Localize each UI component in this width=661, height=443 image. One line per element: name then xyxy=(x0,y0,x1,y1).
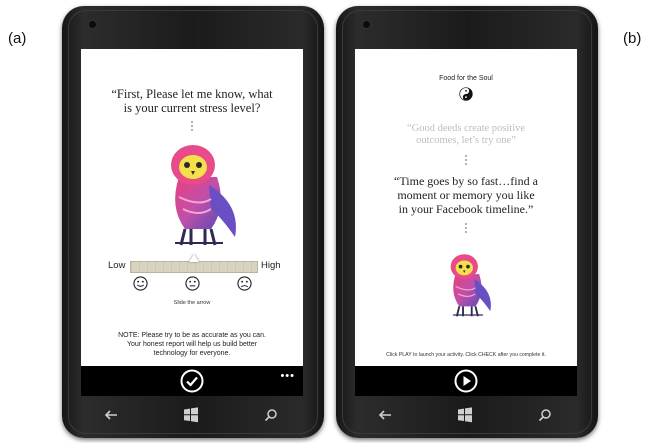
phone-a: “First, Please let me know, what is your… xyxy=(62,6,324,438)
front-camera xyxy=(88,20,97,29)
yin-yang-icon xyxy=(459,87,473,101)
dotted-divider xyxy=(465,223,467,235)
scale-low-label: Low xyxy=(108,260,126,271)
main-quote-line-1: “Time goes by so fast…find a xyxy=(394,174,538,188)
windows-start-icon[interactable] xyxy=(183,407,199,423)
screen-stress-level: “First, Please let me know, what is your… xyxy=(81,49,303,366)
windows-start-icon[interactable] xyxy=(457,407,473,423)
app-bar xyxy=(355,366,577,396)
dotted-divider xyxy=(191,121,193,133)
more-options-button[interactable]: ••• xyxy=(280,370,295,382)
happy-face-icon xyxy=(133,276,148,291)
back-arrow-icon[interactable] xyxy=(377,408,393,422)
neutral-face-icon xyxy=(185,276,200,291)
dotted-divider xyxy=(465,155,467,167)
panel-label-a: (a) xyxy=(8,30,27,47)
note-line-2: Your honest report will help us build be… xyxy=(126,341,258,348)
faded-quote-line-1: “Good deeds create positive xyxy=(406,123,526,134)
note-line-1: NOTE: Please try to be as accurate as yo… xyxy=(118,332,266,339)
stress-question-line-2: is your current stress level? xyxy=(123,101,261,115)
search-icon[interactable] xyxy=(538,408,552,422)
main-quote-line-3: in your Facebook timeline.” xyxy=(398,202,534,216)
screen-food-for-the-soul: Food for the Soul “Good deeds create pos… xyxy=(355,49,577,366)
slider-arrow-handle[interactable] xyxy=(189,254,199,262)
owl-illustration xyxy=(171,145,236,246)
scale-high-label: High xyxy=(261,260,281,271)
back-arrow-icon[interactable] xyxy=(103,408,119,422)
front-camera xyxy=(362,20,371,29)
note-line-3: technology for everyone. xyxy=(153,350,231,357)
play-circle-icon[interactable] xyxy=(454,369,478,393)
stress-question-line-1: “First, Please let me know, what xyxy=(111,87,273,101)
slide-hint: Slide the arrow xyxy=(173,300,211,306)
main-quote-line-2: moment or memory you like xyxy=(397,188,535,202)
check-circle-icon[interactable] xyxy=(180,369,204,393)
stress-scale-slider[interactable] xyxy=(130,261,258,273)
sad-face-icon xyxy=(237,276,252,291)
faded-quote-line-2: outcomes, let’s try one” xyxy=(416,135,516,146)
hardware-keys xyxy=(81,402,303,432)
phone-b: Food for the Soul “Good deeds create pos… xyxy=(336,6,598,438)
search-icon[interactable] xyxy=(264,408,278,422)
hardware-keys xyxy=(355,402,577,432)
panel-label-b: (b) xyxy=(623,30,642,47)
owl-illustration xyxy=(450,254,491,317)
screen-heading: Food for the Soul xyxy=(439,75,493,82)
app-bar: ••• xyxy=(81,366,303,396)
footer-instruction: Click PLAY to launch your activity. Clic… xyxy=(386,352,546,358)
